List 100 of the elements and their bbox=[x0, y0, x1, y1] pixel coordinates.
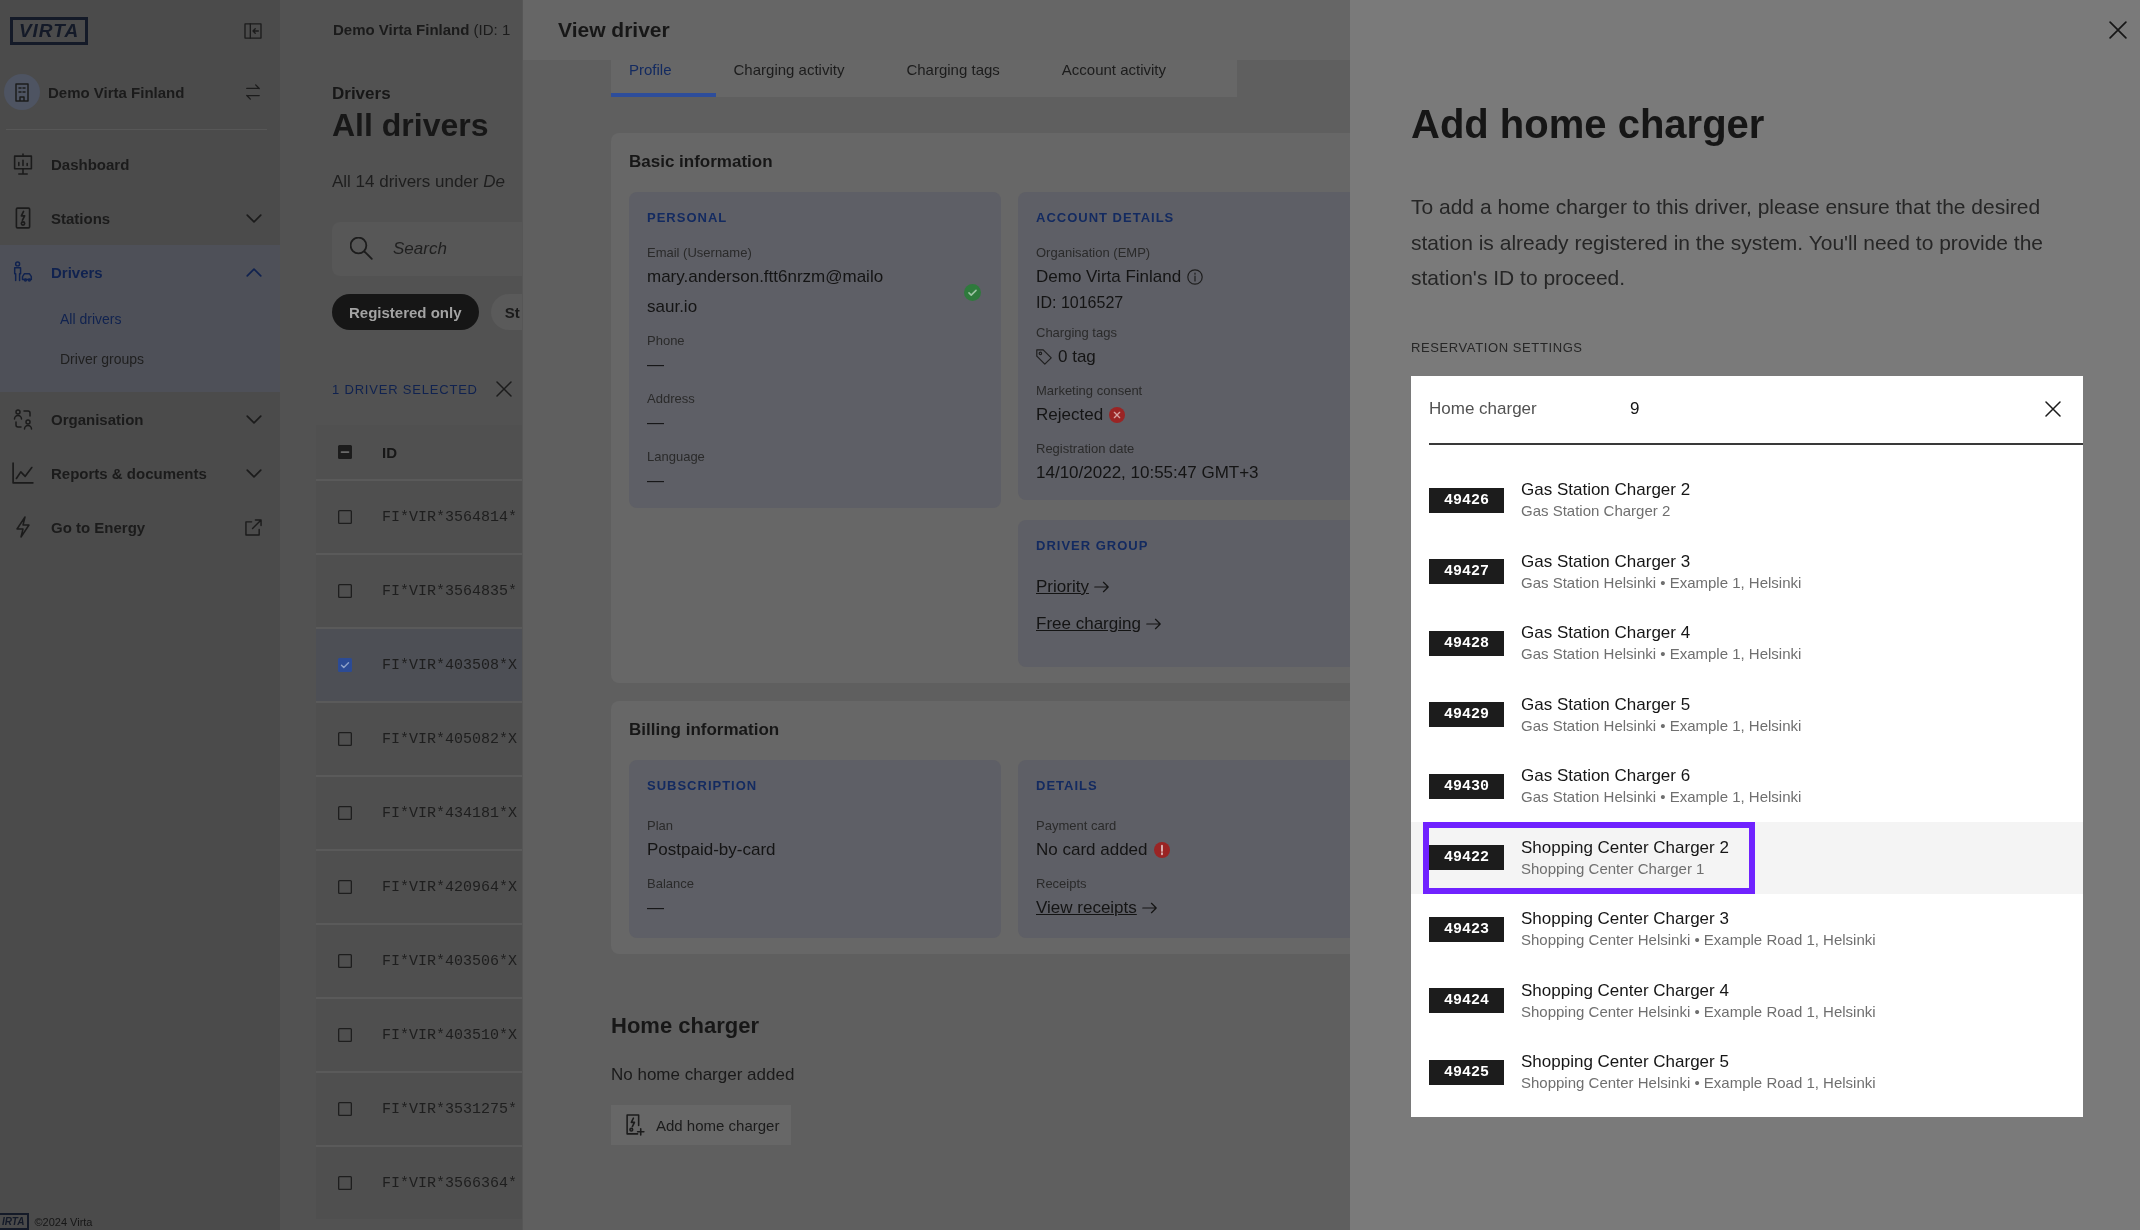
section-label: RESERVATION SETTINGS bbox=[1411, 339, 1584, 356]
charger-name: Gas Station Charger 2 bbox=[1521, 479, 1691, 502]
add-home-charger-button[interactable]: Add home charger bbox=[611, 1105, 792, 1145]
tab[interactable]: Charging tags bbox=[888, 60, 1044, 97]
checkbox[interactable] bbox=[338, 584, 352, 598]
tag-icon bbox=[1036, 349, 1052, 365]
charger-name: Gas Station Charger 6 bbox=[1521, 765, 1692, 788]
charger-option[interactable]: 49423 Shopping Center Charger 3 Shopping Center Helsinki • Example Road 1, Helsinki bbox=[1411, 893, 2083, 965]
field-value: — bbox=[647, 354, 664, 376]
people-icon bbox=[12, 408, 34, 430]
dialog-title: Add home charger bbox=[1411, 101, 1766, 148]
field-value: — bbox=[647, 897, 664, 919]
column-header: ID bbox=[382, 443, 397, 461]
drawer-title: View driver bbox=[558, 18, 670, 42]
checkbox[interactable] bbox=[338, 510, 352, 524]
nav-subitem[interactable]: All drivers bbox=[0, 299, 280, 339]
charger-name: Shopping Center Charger 5 bbox=[1521, 1051, 1730, 1074]
charger-id-badge: 49424 bbox=[1429, 988, 1504, 1014]
section-title: Basic information bbox=[629, 151, 774, 173]
charger-location: Shopping Center Charger 1 bbox=[1521, 858, 1706, 879]
driver-id: FI*VIR*403508*X bbox=[382, 656, 518, 674]
filter-chip[interactable]: St bbox=[490, 294, 522, 330]
charger-option[interactable]: 49430 Gas Station Charger 6 Gas Station Helsinki • Example 1, Helsinki bbox=[1411, 750, 2083, 822]
checkbox[interactable] bbox=[338, 806, 352, 820]
charger-name: Shopping Center Charger 3 bbox=[1521, 908, 1730, 931]
field-label: Phone bbox=[647, 332, 686, 350]
charger-option[interactable]: 49425 Shopping Center Charger 5 Shopping Center Helsinki • Example Road 1, Helsinki bbox=[1411, 1036, 2083, 1108]
panel-heading: PERSONAL bbox=[647, 210, 729, 226]
charger-option[interactable]: 49426 Gas Station Charger 2 Gas Station Charger 2 bbox=[1411, 464, 2083, 536]
field-value: Postpaid-by-card bbox=[647, 839, 776, 861]
section-title: Billing information bbox=[629, 719, 781, 741]
field-label: Address bbox=[647, 390, 696, 408]
charger-id-badge: 49429 bbox=[1429, 702, 1504, 728]
page-title: All drivers bbox=[332, 106, 490, 144]
search-field[interactable]: Search bbox=[332, 222, 522, 276]
charger-option[interactable]: 49422 Shopping Center Charger 2 Shopping Center Charger 1 bbox=[1411, 822, 2083, 894]
field-value: 14/10/2022, 10:55:47 GMT+3 bbox=[1036, 462, 1259, 484]
tab[interactable]: Account activity bbox=[1043, 60, 1211, 97]
field-label: Plan bbox=[647, 817, 675, 835]
charger-location: Shopping Center Helsinki • Example Road 1, Helsinki bbox=[1521, 1001, 1876, 1022]
checkbox[interactable] bbox=[338, 880, 352, 894]
page-eyebrow: Drivers bbox=[332, 84, 392, 104]
filter-chip[interactable]: Registered only bbox=[332, 294, 479, 330]
charger-option[interactable]: 49428 Gas Station Charger 4 Gas Station Helsinki • Example 1, Helsinki bbox=[1411, 607, 2083, 679]
nav-item[interactable]: Drivers bbox=[0, 245, 280, 299]
charger-option[interactable]: 49427 Gas Station Charger 3 Gas Station Helsinki • Example 1, Helsinki bbox=[1411, 536, 2083, 608]
charger-name: Gas Station Charger 3 bbox=[1521, 550, 1692, 573]
tab[interactable]: Charging activity bbox=[715, 60, 889, 97]
field-value: Demo Virta Finland bbox=[1036, 266, 1182, 288]
charger-location: Gas Station Helsinki • Example 1, Helsinki bbox=[1521, 787, 1802, 808]
field-value: No card added bbox=[1036, 839, 1148, 861]
info-icon bbox=[1187, 269, 1204, 285]
arrow-right-icon bbox=[1145, 618, 1161, 630]
charger-plus-icon bbox=[626, 1114, 645, 1136]
field-label: Home charger bbox=[1429, 399, 1538, 419]
field-value: 0 tag bbox=[1058, 346, 1096, 368]
checkbox[interactable] bbox=[338, 1028, 352, 1042]
field-label: Charging tags bbox=[1036, 324, 1118, 342]
charger-id-badge: 49422 bbox=[1429, 845, 1504, 871]
charger-id-badge: 49426 bbox=[1429, 487, 1504, 513]
field-label: Payment card bbox=[1036, 817, 1118, 835]
charger-location: Gas Station Charger 2 bbox=[1521, 501, 1672, 522]
charger-option[interactable]: 49429 Gas Station Charger 5 Gas Station Helsinki • Example 1, Helsinki bbox=[1411, 679, 2083, 751]
text-link[interactable]: View receipts bbox=[1036, 893, 1157, 923]
line-chart-icon bbox=[12, 462, 34, 484]
field-label: Organisation (EMP) bbox=[1036, 244, 1152, 262]
nav-subitem[interactable]: Driver groups bbox=[0, 339, 280, 379]
charger-option[interactable]: 49424 Shopping Center Charger 4 Shopping Center Helsinki • Example Road 1, Helsinki bbox=[1411, 965, 2083, 1037]
field-value: — bbox=[647, 470, 664, 492]
charger-location: Shopping Center Helsinki • Example Road 1, Helsinki bbox=[1521, 930, 1876, 951]
checkbox[interactable] bbox=[338, 445, 352, 459]
arrow-right-icon bbox=[1093, 581, 1109, 593]
checkbox[interactable] bbox=[338, 954, 352, 968]
charger-location: Gas Station Helsinki • Example 1, Helsinki bbox=[1521, 572, 1802, 593]
field-label: Registration date bbox=[1036, 440, 1136, 458]
selection-count: 1 DRIVER SELECTED bbox=[332, 381, 478, 397]
charger-name: Gas Station Charger 5 bbox=[1521, 693, 1692, 716]
panel-heading: ACCOUNT DETAILS bbox=[1036, 210, 1176, 226]
checkbox[interactable] bbox=[338, 658, 352, 672]
sidebar-collapse-icon[interactable] bbox=[244, 23, 262, 39]
close-icon[interactable] bbox=[2045, 401, 2061, 417]
arrow-right-icon bbox=[1141, 902, 1157, 914]
text-link[interactable]: Priority bbox=[1036, 572, 1109, 602]
swap-arrows-icon[interactable] bbox=[244, 84, 262, 100]
text-link[interactable]: Free charging bbox=[1036, 609, 1161, 639]
panel-heading: DRIVER GROUP bbox=[1036, 538, 1150, 554]
checkbox[interactable] bbox=[338, 732, 352, 746]
field-value: — bbox=[647, 412, 664, 434]
field-note: ID: 1016527 bbox=[1036, 293, 1125, 313]
checkbox[interactable] bbox=[338, 1176, 352, 1190]
checkbox[interactable] bbox=[338, 1102, 352, 1116]
field-label: Email (Username) bbox=[647, 244, 753, 262]
combobox-input[interactable]: 9 bbox=[1630, 397, 2045, 421]
external-link-icon bbox=[245, 518, 262, 536]
tab[interactable]: Profile bbox=[611, 60, 716, 97]
person-car-icon bbox=[12, 261, 34, 283]
charger-location: Shopping Center Helsinki • Example Road 1, Helsinki bbox=[1521, 1073, 1876, 1094]
dialog-description: To add a home charger to this driver, please ensure that the desired station is already registered in the system. You'll need to provide the station's ID to proceed. bbox=[1411, 194, 2045, 291]
charger-id-badge: 49423 bbox=[1429, 916, 1504, 942]
empty-message: No home charger added bbox=[611, 1064, 796, 1086]
